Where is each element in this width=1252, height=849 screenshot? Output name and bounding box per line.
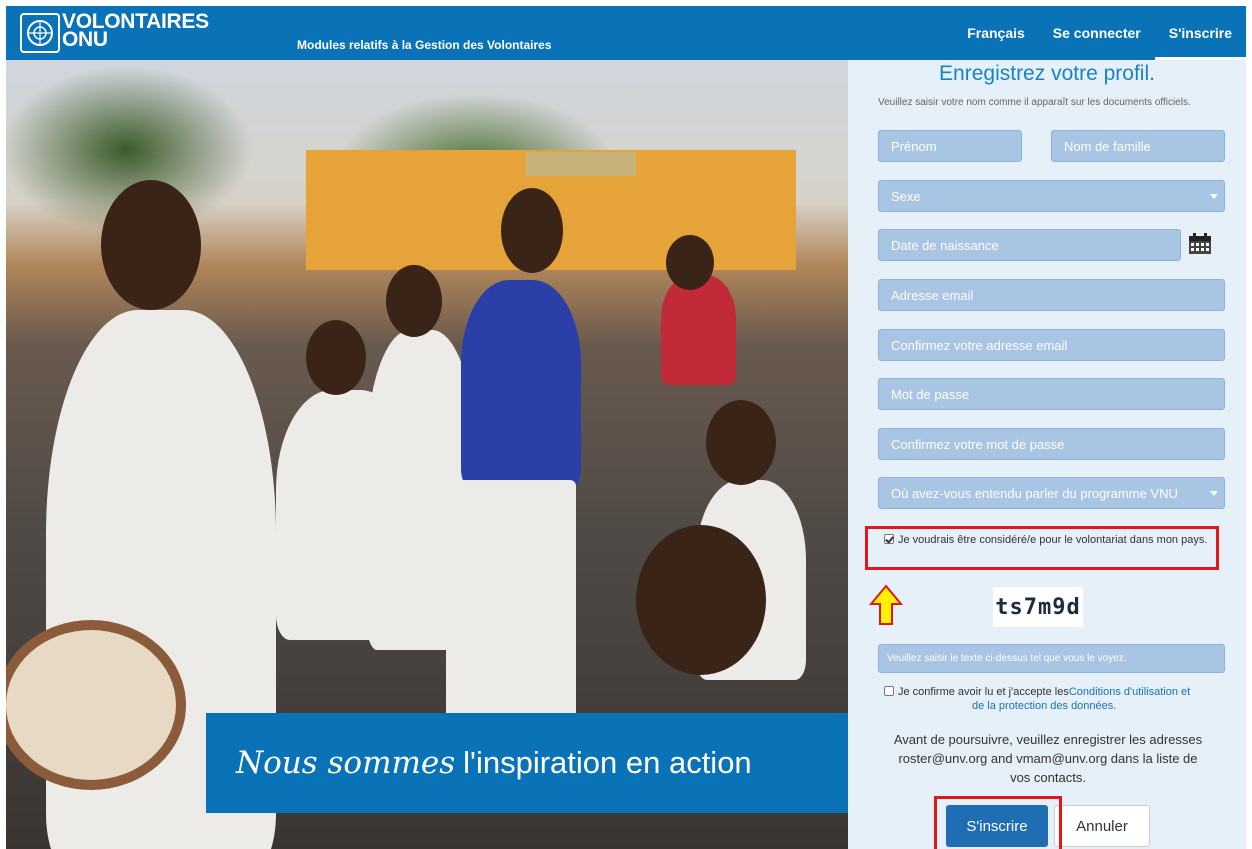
top-nav: Français Se connecter S'inscrire bbox=[953, 6, 1246, 60]
terms-link-line2[interactable]: de la protection des données. bbox=[972, 700, 1116, 712]
birth-date-field[interactable]: Date de naissance bbox=[878, 229, 1181, 261]
person-left-head bbox=[101, 180, 201, 310]
person-child-head bbox=[306, 320, 366, 395]
person-child4-head bbox=[636, 525, 766, 675]
registration-panel: Enregistrez votre profil. Veuillez saisi… bbox=[848, 60, 1246, 849]
hero-banner: Nous sommes l'inspiration en action bbox=[206, 713, 848, 813]
person-red-head bbox=[666, 235, 714, 290]
source-select-label: Où avez-vous entendu parler du programme… bbox=[891, 485, 1178, 501]
source-select[interactable]: Où avez-vous entendu parler du programme… bbox=[878, 477, 1225, 509]
unv-logo-text[interactable]: VOLONTAIRES ONU bbox=[62, 11, 209, 51]
logo-line2: ONU bbox=[62, 28, 108, 51]
confirm-email-field[interactable]: Confirmez votre adresse email bbox=[878, 329, 1225, 361]
gender-select[interactable]: Sexe bbox=[878, 180, 1225, 212]
first-name-field[interactable]: Prénom bbox=[878, 130, 1022, 162]
person-child2-head bbox=[386, 265, 442, 337]
password-field[interactable]: Mot de passe bbox=[878, 378, 1225, 410]
calendar-icon[interactable] bbox=[1188, 233, 1212, 255]
header-subtitle: Modules relatifs à la Gestion des Volont… bbox=[297, 38, 552, 52]
person-center-head bbox=[501, 188, 563, 273]
last-name-field[interactable]: Nom de famille bbox=[1051, 130, 1225, 162]
person-red-shirt bbox=[661, 275, 736, 385]
hero-photo: Nous sommes l'inspiration en action bbox=[6, 60, 848, 849]
cancel-button[interactable]: Annuler bbox=[1054, 805, 1150, 847]
arrow-up-icon bbox=[869, 584, 903, 625]
confirm-password-field[interactable]: Confirmez votre mot de passe bbox=[878, 428, 1225, 460]
email-field[interactable]: Adresse email bbox=[878, 279, 1225, 311]
form-title: Enregistrez votre profil. bbox=[939, 62, 1155, 85]
gender-select-label: Sexe bbox=[891, 188, 921, 204]
terms-option[interactable]: Je confirme avoir lu et j'accepte lesCon… bbox=[878, 684, 1228, 700]
highlight-box-checkbox bbox=[865, 526, 1219, 570]
nav-login[interactable]: Se connecter bbox=[1039, 6, 1155, 60]
nav-register[interactable]: S'inscrire bbox=[1154, 6, 1246, 60]
person-child3-head bbox=[706, 400, 776, 485]
form-instruction: Veuillez saisir votre nom comme il appar… bbox=[878, 97, 1191, 108]
person-center-jersey bbox=[461, 280, 581, 490]
captcha-input[interactable]: Veuillez saisir le texte ci-dessus tel q… bbox=[878, 644, 1225, 673]
banner-script-text: Nous sommes bbox=[236, 745, 456, 781]
chevron-down-icon bbox=[1210, 194, 1218, 199]
nav-language[interactable]: Français bbox=[953, 6, 1039, 60]
top-header: VOLONTAIRES ONU Modules relatifs à la Ge… bbox=[6, 6, 1246, 60]
contact-notice: Avant de poursuivre, veuillez enregistre… bbox=[893, 732, 1203, 785]
un-emblem-icon[interactable] bbox=[20, 13, 60, 53]
banner-main-text: l'inspiration en action bbox=[463, 745, 752, 780]
terms-checkbox[interactable] bbox=[884, 686, 894, 696]
terms-link[interactable]: Conditions d'utilisation et bbox=[1069, 686, 1190, 698]
captcha-image: ts7m9d bbox=[993, 587, 1083, 627]
chevron-down-icon bbox=[1210, 491, 1218, 496]
terms-label: Je confirme avoir lu et j'accepte les bbox=[898, 686, 1069, 698]
highlight-box-register bbox=[934, 796, 1062, 849]
building-sign bbox=[526, 152, 636, 176]
